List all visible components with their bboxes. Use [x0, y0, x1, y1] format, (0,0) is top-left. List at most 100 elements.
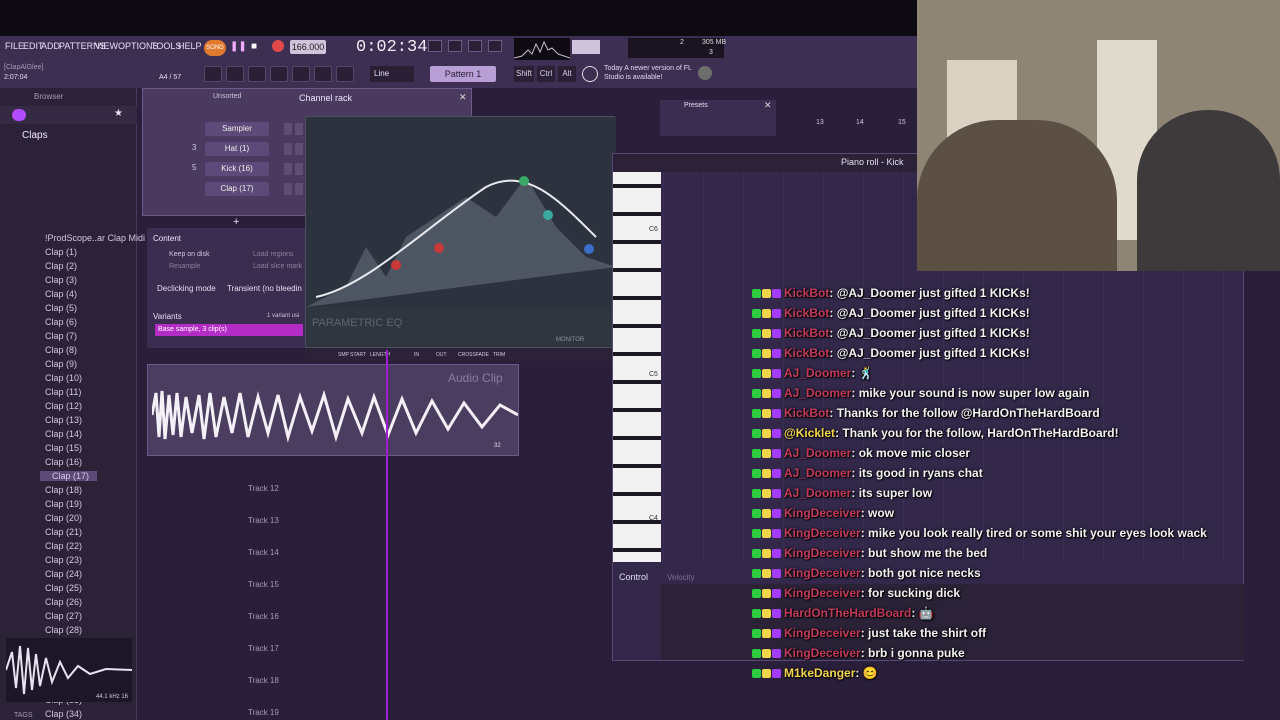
shift-key[interactable]: Shift	[514, 66, 534, 82]
chat-username[interactable]: AJ_Doomer	[784, 466, 851, 480]
close-icon[interactable]: ✕	[459, 92, 467, 103]
browser-item[interactable]: !ProdScope..ar Clap Midi	[45, 233, 145, 243]
record-button[interactable]	[272, 40, 284, 52]
menu-add[interactable]: ADD	[41, 41, 60, 51]
chat-username[interactable]: @Kicklet	[784, 426, 835, 440]
playlist-track[interactable]: Track 16	[248, 612, 279, 621]
control-select[interactable]: Control	[619, 572, 648, 582]
chat-username[interactable]: KingDeceiver	[784, 646, 861, 660]
countdown-icon[interactable]	[448, 40, 462, 52]
browser-item[interactable]: Clap (27)	[45, 611, 82, 621]
pattern-selector[interactable]: Pattern 1	[430, 66, 496, 82]
browser-item[interactable]: Clap (28)	[45, 625, 82, 635]
chat-username[interactable]: HardOnTheHardBoard	[784, 606, 911, 620]
user-avatar[interactable]	[698, 66, 712, 80]
chat-username[interactable]: KickBot	[784, 346, 829, 360]
browser-item[interactable]: Clap (2)	[45, 261, 77, 271]
mic-icon[interactable]	[336, 66, 354, 82]
presets-button[interactable]: Presets	[684, 102, 708, 109]
loop-record-icon[interactable]	[488, 40, 502, 52]
chat-username[interactable]: KingDeceiver	[784, 546, 861, 560]
pause-icon[interactable]: ❚❚	[230, 41, 247, 52]
chat-username[interactable]: KickBot	[784, 326, 829, 340]
play-icon[interactable]	[314, 66, 332, 82]
step-button[interactable]	[294, 123, 303, 135]
bpm-display[interactable]: 166.000	[290, 40, 326, 54]
chat-username[interactable]: AJ_Doomer	[784, 446, 851, 460]
ctrl-key[interactable]: Ctrl	[537, 66, 555, 82]
browser-item[interactable]: Clap (25)	[45, 583, 82, 593]
browser-item[interactable]: Clap (10)	[45, 373, 82, 383]
star-icon[interactable]: ★	[114, 108, 123, 119]
menu-view[interactable]: VIEW	[95, 41, 118, 51]
song-mode-toggle[interactable]: SONG	[204, 40, 226, 56]
chat-username[interactable]: KickBot	[784, 306, 829, 320]
browser-item[interactable]: Clap (1)	[45, 247, 77, 257]
channel-button[interactable]: Sampler	[205, 122, 269, 136]
resample-toggle[interactable]: Resample	[169, 263, 201, 270]
chat-username[interactable]: AJ_Doomer	[784, 486, 851, 500]
browser-item[interactable]: Clap (21)	[45, 527, 82, 537]
channel-route[interactable]: 5	[192, 163, 196, 172]
browser-item[interactable]: Clap (26)	[45, 597, 82, 607]
browser-item[interactable]: Clap (12)	[45, 401, 82, 411]
menu-tools[interactable]: TOOLS	[151, 41, 181, 51]
playlist-icon[interactable]	[226, 66, 244, 82]
playlist-track[interactable]: Track 12	[248, 484, 279, 493]
browser-item[interactable]: Clap (9)	[45, 359, 77, 369]
playlist-track[interactable]: Track 15	[248, 580, 279, 589]
chat-username[interactable]: M1keDanger	[784, 666, 855, 680]
rack-filter[interactable]: Unsorted	[213, 93, 241, 100]
alt-key[interactable]: Alt	[558, 66, 576, 82]
browser-item[interactable]: Clap (22)	[45, 541, 82, 551]
browser-item[interactable]: Clap (18)	[45, 485, 82, 495]
step-button[interactable]	[284, 163, 292, 175]
load-slice-toggle[interactable]: Load slice mark	[253, 263, 302, 270]
browser-item[interactable]: Clap (8)	[45, 345, 77, 355]
browser-item[interactable]: Clap (34)	[45, 709, 82, 719]
stop-icon[interactable]: ■	[251, 41, 257, 52]
tags-label[interactable]: TAGS	[14, 712, 33, 719]
menu-file[interactable]: FILE	[5, 41, 24, 51]
channel-route[interactable]: 3	[192, 143, 196, 152]
news-ticker[interactable]: Today A newer version of FL Studio is av…	[604, 64, 700, 82]
channel-button[interactable]: Clap (17)	[205, 182, 269, 196]
channel-button[interactable]: Kick (16)	[205, 162, 269, 176]
browser-item[interactable]: Clap (4)	[45, 289, 77, 299]
step-button[interactable]	[294, 183, 303, 195]
playlist-track[interactable]: Track 13	[248, 516, 279, 525]
base-sample-row[interactable]: Base sample, 3 clip(s)	[155, 324, 303, 336]
browser-item[interactable]: Clap (7)	[45, 331, 77, 341]
chat-username[interactable]: KickBot	[784, 286, 829, 300]
playlist-track[interactable]: Track 14	[248, 548, 279, 557]
browser-item[interactable]: Clap (14)	[45, 429, 82, 439]
folder-claps[interactable]: Claps	[22, 130, 48, 141]
step-button[interactable]	[284, 143, 292, 155]
browser-item[interactable]: Clap (16)	[45, 457, 82, 467]
snap-select[interactable]: Line	[370, 66, 414, 82]
chat-username[interactable]: KingDeceiver	[784, 526, 861, 540]
snap-icon[interactable]	[204, 66, 222, 82]
channel-button[interactable]: Hat (1)	[205, 142, 269, 156]
master-volume[interactable]	[572, 40, 600, 54]
browser-item[interactable]: Clap (19)	[45, 499, 82, 509]
browser-item[interactable]: Clap (11)	[45, 387, 81, 397]
add-channel-button[interactable]: +	[233, 216, 239, 228]
browser-item[interactable]: Clap (17)	[40, 471, 98, 481]
declicking-select[interactable]: Transient (no bleedin	[227, 284, 307, 293]
menu-help[interactable]: HELP	[178, 41, 202, 51]
browser-item[interactable]: Clap (6)	[45, 317, 77, 327]
browser-item[interactable]: Clap (24)	[45, 569, 82, 579]
channel-rack-icon[interactable]	[270, 66, 288, 82]
chat-username[interactable]: KickBot	[784, 406, 829, 420]
browser-item[interactable]: Clap (5)	[45, 303, 77, 313]
browser-item[interactable]: Clap (15)	[45, 443, 82, 453]
chat-username[interactable]: AJ_Doomer	[784, 366, 851, 380]
browser-mode-icon[interactable]	[12, 109, 26, 121]
playlist-track[interactable]: Track 17	[248, 644, 279, 653]
chat-username[interactable]: KingDeceiver	[784, 586, 861, 600]
close-icon[interactable]: ✕	[764, 100, 772, 111]
metronome-icon[interactable]	[428, 40, 442, 52]
playlist-track[interactable]: Track 18	[248, 676, 279, 685]
chat-username[interactable]: AJ_Doomer	[784, 386, 851, 400]
